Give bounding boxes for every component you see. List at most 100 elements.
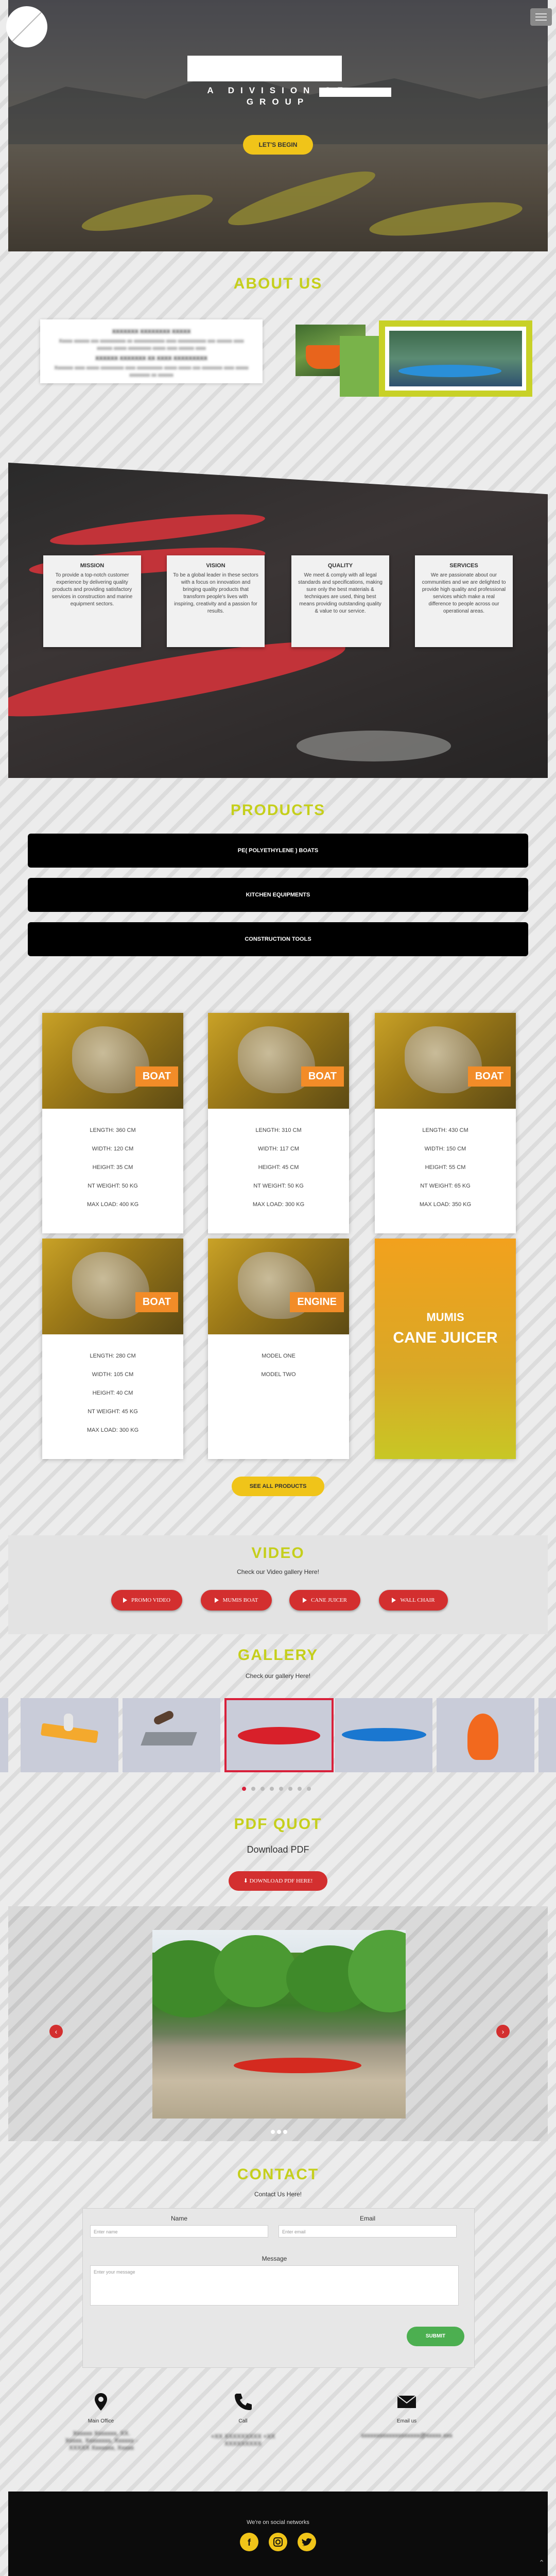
video-subtitle: Check our Video gallery Here!	[237, 1568, 319, 1575]
products-title: PRODUCTS	[230, 802, 326, 819]
pdf-subtitle: Download PDF	[247, 1844, 309, 1855]
hero-group-text: GROUP	[246, 97, 310, 107]
gallery-dot[interactable]	[288, 1787, 292, 1791]
product-spec: NT WEIGHT: 50 KG	[88, 1183, 138, 1189]
juicer-name: CANE JUICER	[393, 1329, 498, 1346]
mumis-boat-video-button[interactable]: MUMIS BOAT	[201, 1590, 272, 1611]
product-spec: MAX LOAD: 300 KG	[252, 1201, 305, 1208]
email-address: xxxxxxxxxxxxxxxxxxx@xxxxx.xxx	[361, 2432, 453, 2439]
location-pin-icon	[91, 2392, 111, 2412]
product-spec: LENGTH: 360 CM	[90, 1127, 136, 1133]
about-intro-card: XXXXXXX XXXXXXXX XXXXX Xxxxx xxxxxx xxx …	[40, 319, 263, 383]
gallery-dot[interactable]	[260, 1787, 265, 1791]
product-spec: WIDTH: 117 CM	[258, 1146, 299, 1152]
scroll-to-top-button[interactable]: ⌃	[536, 2558, 547, 2569]
download-pdf-button[interactable]: ⬇ DOWNLOAD PDF HERE!	[229, 1871, 327, 1891]
about-title: ABOUT US	[233, 275, 323, 292]
carousel-prev-arrow[interactable]: ‹	[49, 2025, 63, 2038]
gallery-dot[interactable]	[307, 1787, 311, 1791]
facebook-icon[interactable]: f	[240, 2533, 258, 2551]
about-heading-1: XXXXXXX XXXXXXXX XXXXX	[112, 329, 191, 335]
carousel-dot[interactable]	[277, 2130, 281, 2134]
gallery-thumbnail-float[interactable]	[21, 1698, 118, 1772]
contact-title: CONTACT	[237, 2166, 319, 2183]
product-image: BOAT	[375, 1013, 516, 1109]
main-office-label: Main Office	[88, 2418, 114, 2424]
gallery-thumbnail-blue-kayak[interactable]	[335, 1698, 432, 1772]
product-badge: BOAT	[467, 1066, 511, 1087]
gallery-thumbnail-trowel[interactable]	[123, 1698, 220, 1772]
wall-chair-video-button[interactable]: WALL CHAIR	[379, 1590, 448, 1611]
hero-brand-block	[187, 56, 342, 81]
product-image: BOAT	[42, 1239, 183, 1334]
cane-juicer-video-button[interactable]: CANE JUICER	[289, 1590, 360, 1611]
vision-card: VISION To be a global leader in these se…	[167, 555, 265, 647]
wall-chair-label: WALL CHAIR	[400, 1597, 435, 1603]
carousel-dot[interactable]	[271, 2130, 275, 2134]
about-text-2: Xxxxxxx xxxx xxxxx xxxxxxxxx xxxx xxxxxx…	[54, 365, 249, 378]
category-construction-tools[interactable]: CONSTRUCTION TOOLS	[28, 922, 528, 956]
product-card[interactable]: ENGINE MODEL ONE MODEL TWO	[208, 1239, 349, 1459]
mission-text: To provide a top-notch customer experien…	[51, 572, 133, 607]
gallery-dot[interactable]	[279, 1787, 283, 1791]
hamburger-menu-button[interactable]	[530, 8, 552, 26]
product-card[interactable]: BOAT LENGTH: 360 CM WIDTH: 120 CM HEIGHT…	[42, 1013, 183, 1233]
name-label: Name	[170, 2215, 187, 2222]
product-spec: NT WEIGHT: 50 KG	[253, 1183, 304, 1189]
download-pdf-label: DOWNLOAD PDF HERE!	[249, 1878, 313, 1884]
promo-video-button[interactable]: PROMO VIDEO	[111, 1590, 182, 1611]
promo-video-label: PROMO VIDEO	[131, 1597, 170, 1603]
gallery-thumbnail[interactable]	[0, 1698, 8, 1772]
gallery-dot[interactable]	[242, 1787, 246, 1791]
product-card[interactable]: BOAT LENGTH: 280 CM WIDTH: 105 CM HEIGHT…	[42, 1239, 183, 1459]
email-input[interactable]: Enter email	[279, 2225, 457, 2238]
product-spec: WIDTH: 120 CM	[92, 1146, 134, 1152]
play-icon	[123, 1598, 128, 1603]
hero-section	[8, 0, 548, 251]
carousel-dot[interactable]	[283, 2130, 287, 2134]
lets-begin-button[interactable]: LET'S BEGIN	[243, 135, 313, 155]
contact-subtitle: Contact Us Here!	[254, 2191, 302, 2198]
product-spec: HEIGHT: 40 CM	[92, 1390, 133, 1396]
category-pe-boats[interactable]: PE( POLYETHYLENE ) BOATS	[28, 834, 528, 868]
social-text: We're on social networks	[247, 2519, 309, 2526]
quality-title: QUALITY	[327, 563, 353, 569]
submit-button[interactable]: SUBMIT	[407, 2327, 464, 2346]
about-text-1: Xxxxx xxxxxx xxx xxxxxxxxxx xx xxxxxxxxx…	[59, 338, 244, 351]
site-logo[interactable]	[6, 6, 47, 47]
mission-title: MISSION	[80, 563, 105, 569]
product-spec: MAX LOAD: 350 KG	[419, 1201, 472, 1208]
twitter-icon[interactable]	[298, 2533, 316, 2551]
services-card: SERVICES We are passionate about our com…	[415, 555, 513, 647]
message-label: Message	[262, 2255, 287, 2262]
gallery-dot[interactable]	[270, 1787, 274, 1791]
product-image: ENGINE	[208, 1239, 349, 1334]
svg-text:f: f	[248, 2537, 251, 2548]
services-title: SERVICES	[449, 563, 478, 569]
cane-juicer-card[interactable]: MUMIS CANE JUICER	[375, 1239, 516, 1459]
gallery-thumbnail-red-kayak[interactable]	[224, 1698, 334, 1772]
play-icon	[392, 1598, 396, 1603]
phone-icon	[233, 2392, 253, 2412]
gallery-dot[interactable]	[251, 1787, 255, 1791]
product-spec: LENGTH: 280 CM	[90, 1353, 136, 1359]
hero-overlay	[8, 0, 548, 251]
video-title: VIDEO	[251, 1545, 305, 1562]
product-card[interactable]: BOAT LENGTH: 310 CM WIDTH: 117 CM HEIGHT…	[208, 1013, 349, 1233]
vision-text: To be a global leader in these sectors w…	[173, 572, 258, 614]
name-input[interactable]: Enter name	[90, 2225, 268, 2238]
gallery-thumbnail[interactable]	[538, 1698, 556, 1772]
product-badge: ENGINE	[290, 1292, 344, 1312]
logo-mark-icon	[11, 11, 43, 43]
category-kitchen-equipments[interactable]: KITCHEN EQUIPMENTS	[28, 878, 528, 912]
about-heading-2: XXXXXX XXXXXXX XX XXXX XXXXXXXXX	[95, 355, 207, 362]
see-all-products-button[interactable]: SEE ALL PRODUCTS	[232, 1477, 324, 1496]
carousel-next-arrow[interactable]: ›	[496, 2025, 510, 2038]
instagram-icon[interactable]	[269, 2533, 287, 2551]
product-image: BOAT	[42, 1013, 183, 1109]
gallery-dot[interactable]	[298, 1787, 302, 1791]
gallery-thumbnail-orange-boat[interactable]	[437, 1698, 534, 1772]
message-textarea[interactable]: Enter your message	[90, 2265, 459, 2306]
play-icon	[303, 1598, 307, 1603]
product-card[interactable]: BOAT LENGTH: 430 CM WIDTH: 150 CM HEIGHT…	[375, 1013, 516, 1233]
